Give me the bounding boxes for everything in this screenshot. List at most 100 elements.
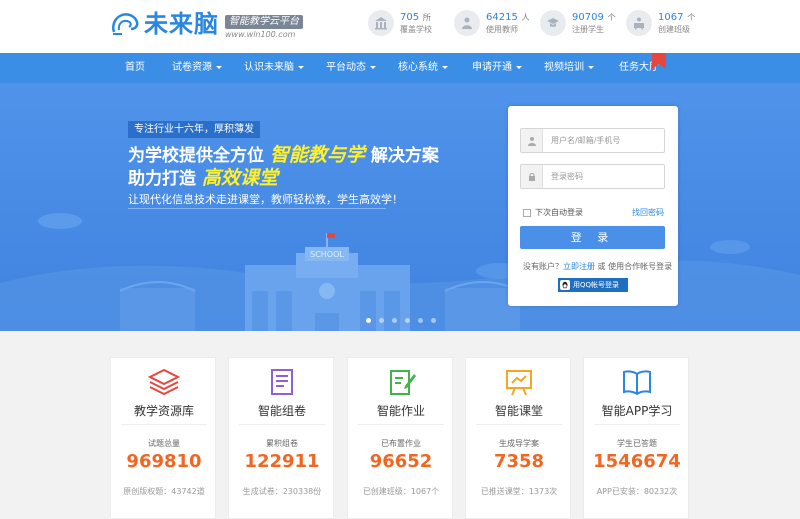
open-book-icon [623, 370, 651, 396]
carousel-dot[interactable] [431, 318, 436, 323]
password-field[interactable]: 登录密码 [520, 164, 665, 189]
nav-item-home[interactable]: 首页 [125, 53, 145, 83]
stat-label: 覆盖学校 [400, 25, 432, 34]
logo-slogan: 智能教学云平台 [225, 15, 303, 29]
username-field[interactable]: 用户名/邮箱/手机号 [520, 128, 665, 153]
stat-unit: 人 [521, 13, 530, 22]
hero-headline-2: 助力打造 高效课堂 [128, 167, 278, 189]
hero-subtitle: 让现代化信息技术走进课堂，教师轻松教，学生高效学！ [128, 193, 403, 206]
register-prompt: 没有账户？立即注册 或 使用合作帐号登录 [523, 262, 673, 271]
card-resource-bank[interactable]: 教学资源库 试题总量 969810 原创版权题：43742道 [110, 357, 216, 519]
divider [358, 424, 444, 425]
card-stat-label: 已布置作业 [381, 439, 421, 448]
new-badge-icon [652, 53, 666, 69]
nav-item-papers[interactable]: 试卷资源 [172, 53, 222, 83]
forgot-password-link[interactable]: 找回密码 [632, 207, 664, 218]
school-illustration [0, 213, 800, 331]
username-placeholder: 用户名/邮箱/手机号 [551, 136, 621, 145]
register-link[interactable]: 立即注册 [563, 262, 595, 271]
carousel-dot[interactable] [366, 318, 371, 323]
feature-cards: 教学资源库 试题总量 969810 原创版权题：43742道 智能组卷 累积组卷… [110, 357, 689, 519]
card-title: 智能作业 [376, 404, 425, 418]
card-smart-app[interactable]: 智能APP学习 学生已答题 1546674 APP已安装：80232次 [583, 357, 689, 519]
stat-value: 705 [400, 12, 420, 23]
stat-label: 注册学生 [572, 25, 604, 34]
chevron-down-icon [216, 65, 222, 69]
card-footnote: 生成试卷：230338份 [242, 487, 322, 496]
paper-list-icon [271, 369, 293, 395]
card-stat-value: 1546674 [593, 451, 681, 472]
card-smart-paper[interactable]: 智能组卷 累积组卷 122911 生成试卷：230338份 [228, 357, 334, 519]
school-sign: SCHOOL [310, 250, 344, 259]
stat-label: 使用教师 [486, 25, 518, 34]
chevron-down-icon [588, 65, 594, 69]
carousel-dot[interactable] [379, 318, 384, 323]
main-nav: 首页 试卷资源 认识未来脑 平台动态 核心系统 申请开通 视频培训 任务大厅 [0, 53, 800, 83]
student-icon [540, 10, 566, 36]
layers-icon [148, 368, 180, 396]
stat-students: 90709 个 注册学生 [540, 10, 626, 36]
card-title: 教学资源库 [133, 404, 194, 418]
divider [121, 424, 207, 425]
chevron-down-icon [516, 65, 522, 69]
chevron-down-icon [370, 65, 376, 69]
chevron-down-icon [442, 65, 448, 69]
lock-icon [521, 165, 543, 188]
hero-tagline: 专注行业十六年，厚积薄发 [128, 121, 260, 138]
stat-teachers: 64215 人 使用教师 [454, 10, 540, 36]
divider [239, 424, 325, 425]
card-footnote: 原创版权题：43742道 [123, 487, 205, 496]
stat-label: 创建班级 [658, 25, 690, 34]
stat-unit: 个 [687, 13, 696, 22]
stat-unit: 所 [422, 13, 431, 22]
chevron-down-icon [298, 65, 304, 69]
nav-item-apply[interactable]: 申请开通 [472, 53, 522, 83]
stat-unit: 个 [607, 13, 616, 22]
carousel-dot[interactable] [392, 318, 397, 323]
stat-value: 64215 [486, 12, 518, 23]
card-stat-label: 学生已答题 [617, 439, 657, 448]
divider [594, 424, 680, 425]
carousel-dot[interactable] [405, 318, 410, 323]
card-stat-value: 7358 [493, 451, 545, 472]
card-smart-homework[interactable]: 智能作业 已布置作业 96652 已创建班级：1067个 [347, 357, 453, 519]
site-logo[interactable]: 未来脑 智能教学云平台 www.wln100.com [110, 10, 303, 44]
password-placeholder: 登录密码 [551, 172, 583, 181]
card-smart-classroom[interactable]: 智能课堂 生成导学案 7358 已推送课堂：1373次 [465, 357, 571, 519]
teacher-icon [454, 10, 480, 36]
stat-value: 90709 [572, 12, 604, 23]
nav-item-core[interactable]: 核心系统 [398, 53, 448, 83]
logo-url: www.wln100.com [225, 30, 296, 39]
nav-item-news[interactable]: 平台动态 [326, 53, 376, 83]
divider [128, 208, 386, 209]
card-stat-value: 96652 [369, 451, 433, 472]
remember-checkbox[interactable] [523, 208, 531, 217]
user-icon [521, 129, 543, 152]
qq-icon [560, 280, 570, 290]
carousel-dots [366, 318, 444, 323]
card-footnote: 已推送课堂：1373次 [480, 487, 558, 496]
card-title: 智能APP学习 [601, 404, 673, 418]
nav-item-about[interactable]: 认识未来脑 [244, 53, 304, 83]
logo-text: 未来脑 [144, 10, 219, 38]
remember-me[interactable]: 下次自动登录 [523, 207, 583, 218]
stat-value: 1067 [658, 12, 684, 23]
qq-login-button[interactable]: 用QQ帐号登录 [558, 278, 628, 292]
top-header: 未来脑 智能教学云平台 www.wln100.com 705 所 覆盖学校 64… [0, 0, 800, 53]
card-stat-value: 122911 [244, 451, 320, 472]
login-button[interactable]: 登 录 [520, 226, 665, 249]
site-stats: 705 所 覆盖学校 64215 人 使用教师 90709 个 注册学生 106… [368, 10, 712, 36]
stat-classes: 1067 个 创建班级 [626, 10, 712, 36]
edit-document-icon [390, 370, 416, 395]
card-footnote: 已创建班级：1067个 [362, 487, 440, 496]
divider [476, 424, 562, 425]
carousel-dot[interactable] [418, 318, 423, 323]
hero-banner: SCHOOL 专注行业十六年，厚积薄发 为学校提供全方位 智能教与学 解决方案 … [0, 83, 800, 331]
presentation-board-icon [506, 370, 532, 396]
nav-item-video[interactable]: 视频培训 [544, 53, 594, 83]
login-panel: 用户名/邮箱/手机号 登录密码 下次自动登录 找回密码 登 录 没有账户？立即注… [508, 106, 678, 306]
card-stat-label: 试题总量 [148, 439, 180, 448]
card-title: 智能课堂 [494, 404, 543, 418]
class-icon [626, 10, 652, 36]
card-footnote: APP已安装：80232次 [596, 487, 678, 496]
